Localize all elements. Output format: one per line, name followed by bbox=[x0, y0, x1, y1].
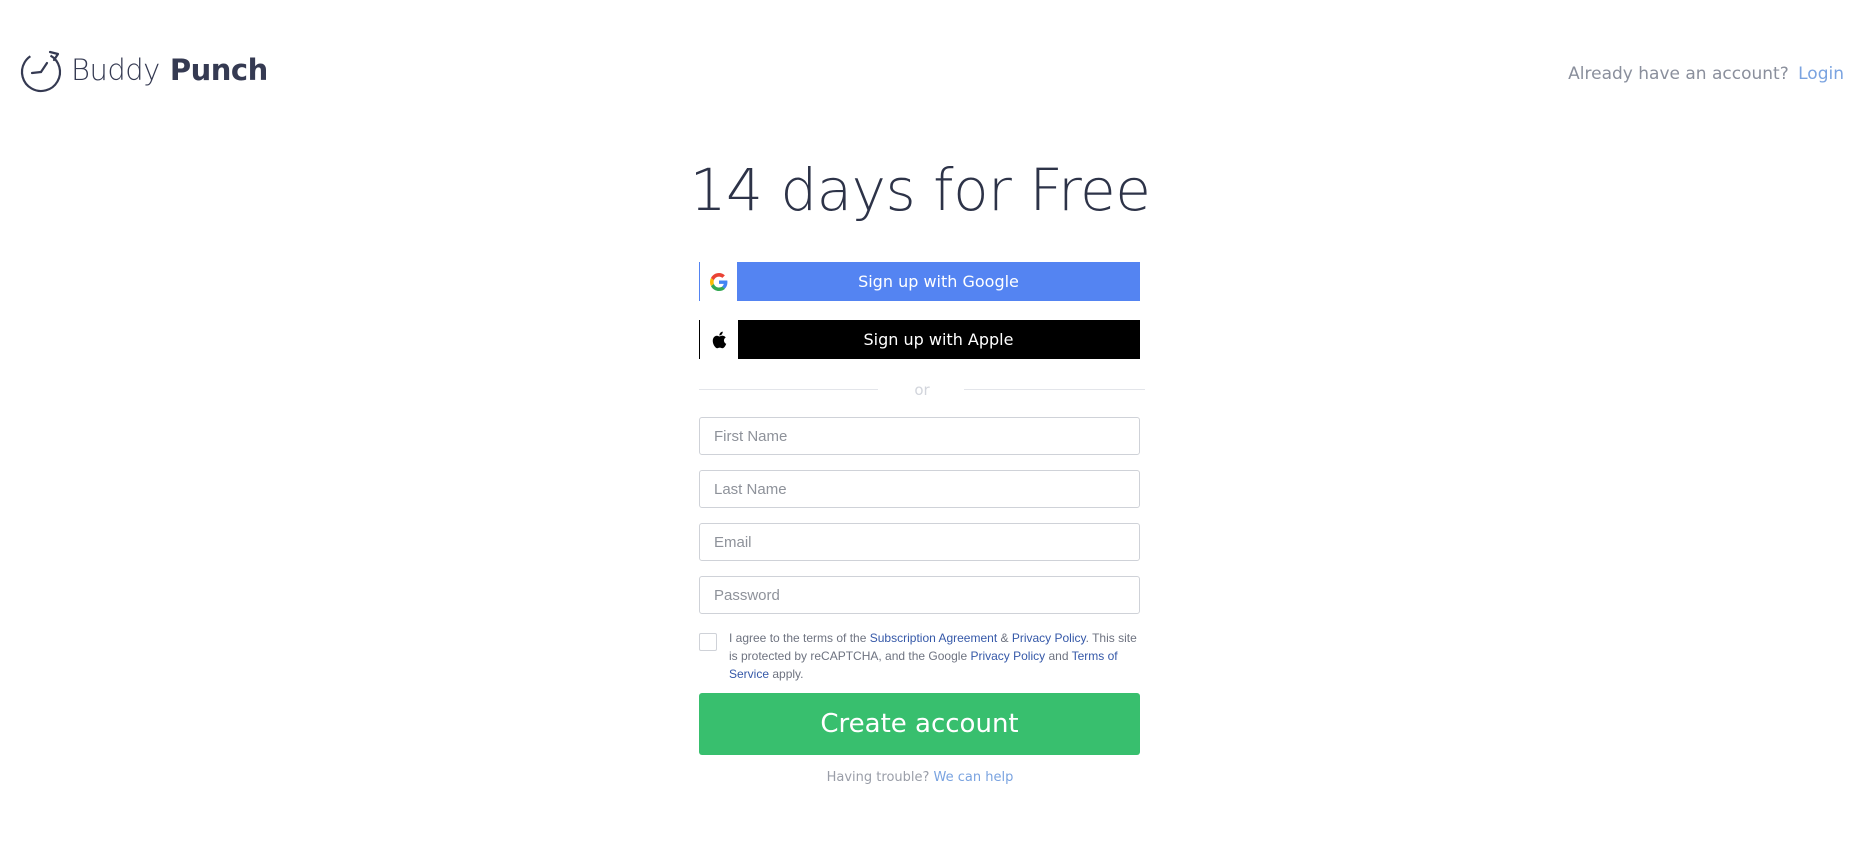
help-text: Having trouble? bbox=[826, 770, 930, 785]
password-field[interactable] bbox=[699, 576, 1140, 614]
google-icon bbox=[709, 272, 727, 291]
divider-line-right bbox=[964, 389, 1145, 390]
terms-agreement: I agree to the terms of the Subscription… bbox=[699, 629, 1144, 683]
apple-icon bbox=[712, 331, 727, 348]
help-prompt: Having trouble? We can help bbox=[0, 770, 1840, 785]
login-link[interactable]: Login bbox=[1798, 64, 1844, 84]
header: Buddy Punch Already have an account? Log… bbox=[0, 0, 1874, 120]
create-account-button[interactable]: Create account bbox=[699, 693, 1140, 755]
login-prompt-text: Already have an account? bbox=[1568, 64, 1789, 84]
google-icon-box bbox=[700, 262, 738, 301]
buddy-punch-logo-icon bbox=[20, 50, 62, 93]
subscription-agreement-link[interactable]: Subscription Agreement bbox=[870, 631, 997, 645]
page-title: 14 days for Free bbox=[689, 156, 1151, 224]
terms-text-part: and bbox=[1045, 649, 1072, 663]
terms-text-part: & bbox=[997, 631, 1012, 645]
login-prompt: Already have an account? Login bbox=[1568, 64, 1844, 84]
terms-text-part: I agree to the terms of the bbox=[729, 631, 870, 645]
google-signup-label: Sign up with Google bbox=[858, 272, 1019, 291]
apple-signup-button[interactable]: Sign up with Apple bbox=[699, 320, 1140, 359]
google-signup-button[interactable]: Sign up with Google bbox=[699, 262, 1140, 301]
apple-signup-label: Sign up with Apple bbox=[863, 330, 1014, 349]
privacy-policy-link[interactable]: Privacy Policy bbox=[1012, 631, 1086, 645]
logo-word-buddy: Buddy bbox=[71, 53, 160, 87]
terms-checkbox[interactable] bbox=[699, 633, 717, 651]
terms-text-part: apply. bbox=[769, 667, 804, 681]
apple-icon-box bbox=[700, 320, 738, 359]
last-name-field[interactable] bbox=[699, 470, 1140, 508]
google-privacy-policy-link[interactable]: Privacy Policy bbox=[970, 649, 1045, 663]
terms-text: I agree to the terms of the Subscription… bbox=[729, 629, 1144, 683]
or-divider: or bbox=[699, 381, 1145, 399]
logo-word-punch: Punch bbox=[169, 53, 268, 87]
divider-or-text: or bbox=[914, 381, 930, 399]
logo-text: Buddy Punch bbox=[71, 53, 268, 87]
email-field[interactable] bbox=[699, 523, 1140, 561]
brand-logo[interactable]: Buddy Punch bbox=[19, 46, 268, 94]
first-name-field[interactable] bbox=[699, 417, 1140, 455]
help-link[interactable]: We can help bbox=[934, 770, 1014, 785]
